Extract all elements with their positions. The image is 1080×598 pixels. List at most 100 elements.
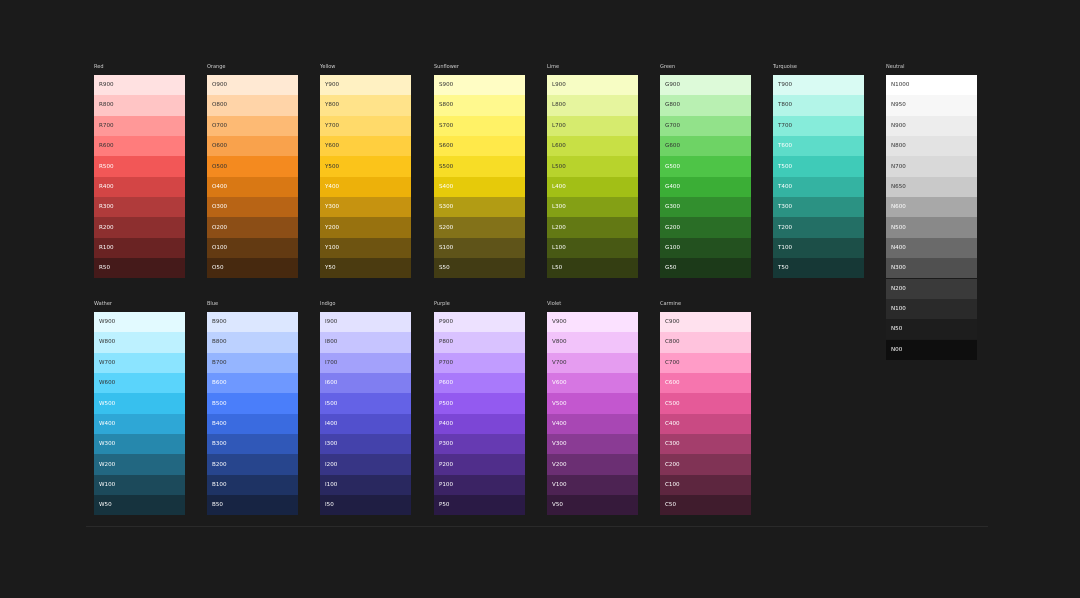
color-swatch-w50[interactable]: W50 [94, 495, 185, 516]
color-swatch-y100[interactable]: Y100 [320, 237, 411, 259]
color-swatch-g600[interactable]: G600 [660, 136, 751, 157]
color-swatch-o200[interactable]: O200 [207, 217, 298, 238]
color-swatch-w100[interactable]: W100 [94, 474, 185, 496]
color-swatch-c500[interactable]: C500 [660, 393, 751, 414]
color-swatch-w600[interactable]: W600 [94, 373, 185, 394]
color-swatch-g500[interactable]: G500 [660, 156, 751, 177]
color-swatch-n300[interactable]: N300 [886, 258, 977, 279]
color-swatch-w700[interactable]: W700 [94, 352, 185, 373]
color-swatch-p200[interactable]: P200 [434, 454, 525, 475]
color-swatch-w900[interactable]: W900 [94, 312, 185, 333]
color-swatch-s900[interactable]: S900 [434, 75, 525, 96]
color-swatch-p300[interactable]: P300 [434, 434, 525, 455]
color-swatch-y800[interactable]: Y800 [320, 95, 411, 116]
color-swatch-b500[interactable]: B500 [207, 393, 298, 414]
color-swatch-g300[interactable]: G300 [660, 197, 751, 218]
color-swatch-n700[interactable]: N700 [886, 156, 977, 177]
color-swatch-r300[interactable]: R300 [94, 197, 185, 218]
color-swatch-n900[interactable]: N900 [886, 115, 977, 136]
color-swatch-v100[interactable]: V100 [547, 474, 638, 496]
color-swatch-g200[interactable]: G200 [660, 217, 751, 238]
color-swatch-s200[interactable]: S200 [434, 217, 525, 238]
color-swatch-n50[interactable]: N50 [886, 319, 977, 340]
color-swatch-o600[interactable]: O600 [207, 136, 298, 157]
color-swatch-i800[interactable]: I800 [320, 332, 411, 353]
color-swatch-p900[interactable]: P900 [434, 312, 525, 333]
color-swatch-v200[interactable]: V200 [547, 454, 638, 475]
color-swatch-y500[interactable]: Y500 [320, 156, 411, 177]
color-swatch-r800[interactable]: R800 [94, 95, 185, 116]
color-swatch-l900[interactable]: L900 [547, 75, 638, 96]
color-swatch-n100[interactable]: N100 [886, 298, 977, 320]
color-swatch-w300[interactable]: W300 [94, 434, 185, 455]
color-swatch-c50[interactable]: C50 [660, 495, 751, 516]
color-swatch-n200[interactable]: N200 [886, 278, 977, 299]
color-swatch-b700[interactable]: B700 [207, 352, 298, 373]
color-swatch-s600[interactable]: S600 [434, 136, 525, 157]
color-swatch-v600[interactable]: V600 [547, 373, 638, 394]
color-swatch-n400[interactable]: N400 [886, 237, 977, 259]
color-swatch-t200[interactable]: T200 [773, 217, 864, 238]
color-swatch-b900[interactable]: B900 [207, 312, 298, 333]
color-swatch-v400[interactable]: V400 [547, 413, 638, 435]
color-swatch-r200[interactable]: R200 [94, 217, 185, 238]
color-swatch-i100[interactable]: I100 [320, 474, 411, 496]
color-swatch-y900[interactable]: Y900 [320, 75, 411, 96]
color-swatch-n1000[interactable]: N1000 [886, 75, 977, 96]
color-swatch-v700[interactable]: V700 [547, 352, 638, 373]
color-swatch-c400[interactable]: C400 [660, 413, 751, 435]
color-swatch-p700[interactable]: P700 [434, 352, 525, 373]
color-swatch-o700[interactable]: O700 [207, 115, 298, 136]
color-swatch-l50[interactable]: L50 [547, 258, 638, 279]
color-swatch-o100[interactable]: O100 [207, 237, 298, 259]
color-swatch-l400[interactable]: L400 [547, 176, 638, 198]
color-swatch-p100[interactable]: P100 [434, 474, 525, 496]
color-swatch-w200[interactable]: W200 [94, 454, 185, 475]
color-swatch-l300[interactable]: L300 [547, 197, 638, 218]
color-swatch-l500[interactable]: L500 [547, 156, 638, 177]
color-swatch-i300[interactable]: I300 [320, 434, 411, 455]
color-swatch-i200[interactable]: I200 [320, 454, 411, 475]
color-swatch-c700[interactable]: C700 [660, 352, 751, 373]
color-swatch-s100[interactable]: S100 [434, 237, 525, 259]
color-swatch-i600[interactable]: I600 [320, 373, 411, 394]
color-swatch-c800[interactable]: C800 [660, 332, 751, 353]
color-swatch-p50[interactable]: P50 [434, 495, 525, 516]
color-swatch-t700[interactable]: T700 [773, 115, 864, 136]
color-swatch-s800[interactable]: S800 [434, 95, 525, 116]
color-swatch-v300[interactable]: V300 [547, 434, 638, 455]
color-swatch-l800[interactable]: L800 [547, 95, 638, 116]
color-swatch-i50[interactable]: I50 [320, 495, 411, 516]
color-swatch-i400[interactable]: I400 [320, 413, 411, 435]
color-swatch-s700[interactable]: S700 [434, 115, 525, 136]
color-swatch-g800[interactable]: G800 [660, 95, 751, 116]
color-swatch-w400[interactable]: W400 [94, 413, 185, 435]
color-swatch-b800[interactable]: B800 [207, 332, 298, 353]
color-swatch-t100[interactable]: T100 [773, 237, 864, 259]
color-swatch-w800[interactable]: W800 [94, 332, 185, 353]
color-swatch-l100[interactable]: L100 [547, 237, 638, 259]
color-swatch-y300[interactable]: Y300 [320, 197, 411, 218]
color-swatch-p400[interactable]: P400 [434, 413, 525, 435]
color-swatch-i700[interactable]: I700 [320, 352, 411, 373]
color-swatch-g100[interactable]: G100 [660, 237, 751, 259]
color-swatch-p800[interactable]: P800 [434, 332, 525, 353]
color-swatch-c200[interactable]: C200 [660, 454, 751, 475]
color-swatch-r400[interactable]: R400 [94, 176, 185, 198]
color-swatch-n500[interactable]: N500 [886, 217, 977, 238]
color-swatch-v50[interactable]: V50 [547, 495, 638, 516]
color-swatch-t50[interactable]: T50 [773, 258, 864, 279]
color-swatch-n800[interactable]: N800 [886, 136, 977, 157]
color-swatch-g50[interactable]: G50 [660, 258, 751, 279]
color-swatch-r100[interactable]: R100 [94, 237, 185, 259]
color-swatch-v900[interactable]: V900 [547, 312, 638, 333]
color-swatch-o300[interactable]: O300 [207, 197, 298, 218]
color-swatch-b300[interactable]: B300 [207, 434, 298, 455]
color-swatch-n00[interactable]: N00 [886, 339, 977, 360]
color-swatch-r700[interactable]: R700 [94, 115, 185, 136]
color-swatch-v800[interactable]: V800 [547, 332, 638, 353]
color-swatch-b100[interactable]: B100 [207, 474, 298, 496]
color-swatch-b600[interactable]: B600 [207, 373, 298, 394]
color-swatch-l700[interactable]: L700 [547, 115, 638, 136]
color-swatch-r50[interactable]: R50 [94, 258, 185, 279]
